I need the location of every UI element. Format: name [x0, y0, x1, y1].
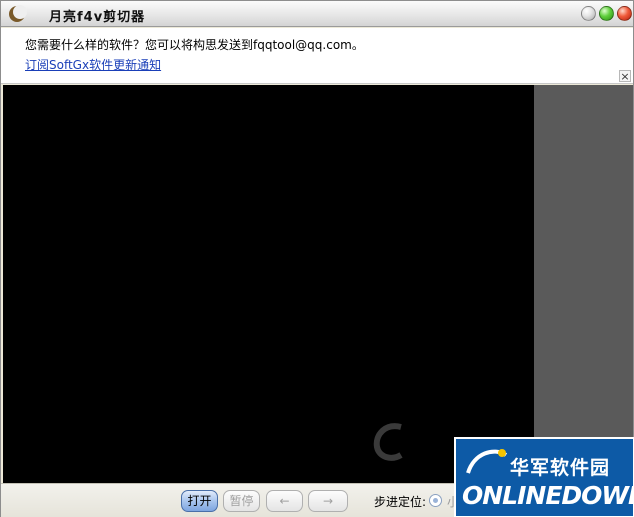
minimize-icon[interactable]: [581, 6, 596, 21]
close-icon[interactable]: [617, 6, 632, 21]
step-back-button[interactable]: ←: [266, 490, 303, 512]
step-small-radio[interactable]: [429, 494, 442, 507]
step-position-label: 步进定位:: [374, 495, 427, 509]
window-title: 月亮f4v剪切器: [49, 10, 146, 25]
logo-swoosh-icon: [464, 445, 510, 482]
info-bar: 您需要什么样的软件？您可以将构思发送到fqqtool@qq.com。 订阅Sof…: [1, 28, 633, 84]
crescent-moon-icon: [7, 4, 27, 24]
watermark-swirl-icon: [371, 419, 411, 466]
info-message: 您需要什么样的软件？您可以将构思发送到fqqtool@qq.com。: [25, 38, 364, 52]
logo-english-text: ONLINEDOWN.NET: [462, 481, 633, 510]
app-window: 月亮f4v剪切器 您需要什么样的软件？您可以将构思发送到fqqtool@qq.c…: [0, 0, 634, 517]
infobar-close-icon[interactable]: ×: [619, 70, 631, 82]
logo-chinese-text: 华军软件园: [510, 457, 611, 479]
step-forward-button[interactable]: →: [308, 490, 348, 512]
side-panel: [534, 85, 633, 483]
subscribe-link[interactable]: 订阅SoftGx软件更新通知: [25, 56, 161, 73]
onlinedown-logo: 华军软件园 ONLINEDOWN.NET: [454, 437, 634, 517]
title-bar[interactable]: 月亮f4v剪切器: [1, 1, 633, 27]
maximize-icon[interactable]: [599, 6, 614, 21]
video-preview[interactable]: [3, 85, 534, 483]
pause-button[interactable]: 暂停: [223, 490, 260, 512]
open-button[interactable]: 打开: [181, 490, 218, 512]
